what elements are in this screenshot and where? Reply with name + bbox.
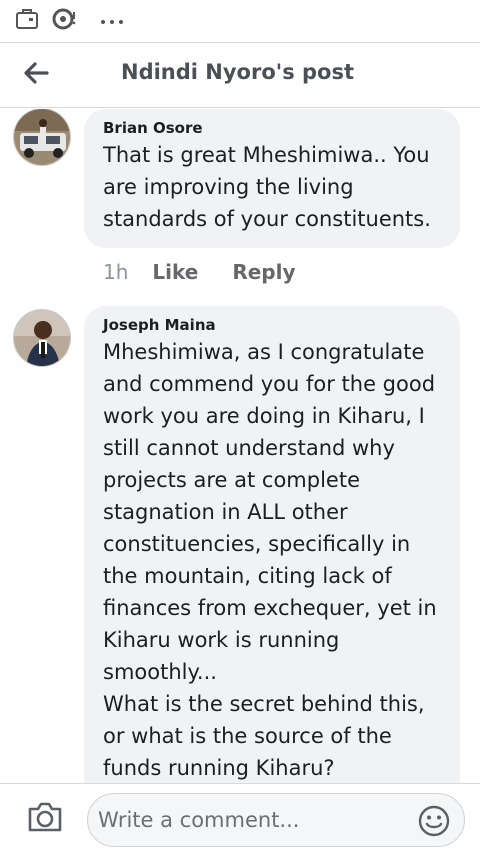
avatar[interactable] — [13, 309, 71, 367]
comment-actions: 1h Like Reply — [103, 260, 330, 284]
briefcase-icon — [15, 8, 39, 34]
comment-text: That is great Mheshimiwa.. You are impro… — [103, 143, 437, 231]
back-button[interactable] — [14, 53, 58, 97]
post-header: Ndindi Nyoro's post — [0, 42, 480, 108]
comment-text: Mheshimiwa, as I congratulate and commen… — [103, 340, 437, 780]
camera-button[interactable] — [24, 800, 66, 838]
comment-bubble[interactable]: Brian Osore That is great Mheshimiwa.. Y… — [84, 109, 460, 248]
comment-input-wrapper[interactable] — [87, 793, 465, 847]
back-arrow-icon — [23, 62, 49, 88]
camera-icon — [26, 801, 64, 837]
avatar[interactable] — [13, 109, 71, 166]
emoji-icon[interactable] — [418, 805, 450, 837]
comment-author[interactable]: Brian Osore — [103, 117, 441, 139]
page-title: Ndindi Nyoro's post — [121, 60, 355, 84]
more-dots-icon — [100, 12, 126, 31]
reply-button[interactable]: Reply — [232, 260, 295, 284]
like-button[interactable]: Like — [152, 260, 198, 284]
comment-timestamp: 1h — [103, 260, 129, 284]
comment-author[interactable]: Joseph Maina — [103, 314, 441, 336]
comment-input[interactable] — [98, 802, 398, 838]
cloud-sync-icon — [52, 8, 78, 34]
comment-bubble[interactable]: Joseph Maina Mheshimiwa, as I congratula… — [84, 306, 460, 783]
comment-composer — [0, 783, 480, 854]
comments-list: Brian Osore That is great Mheshimiwa.. Y… — [0, 109, 480, 783]
status-bar — [0, 0, 480, 42]
